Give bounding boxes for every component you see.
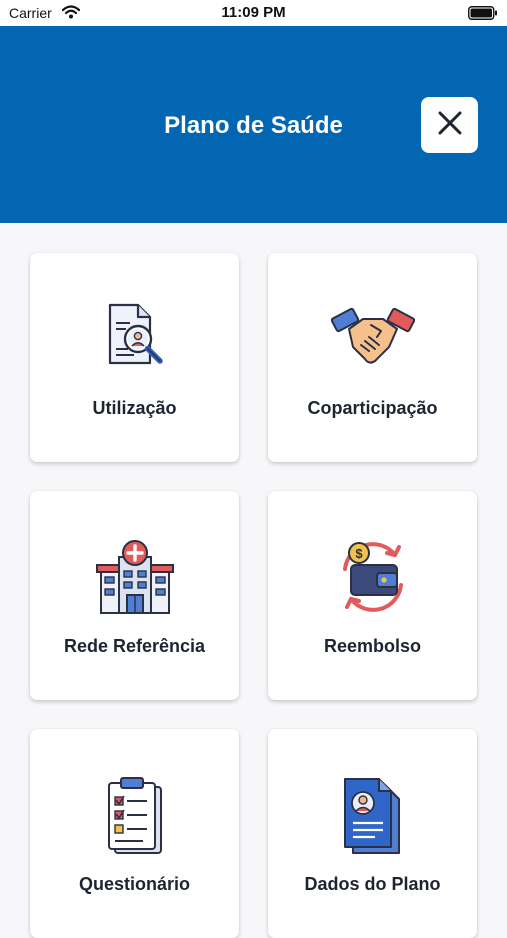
card-label: Dados do Plano — [304, 874, 441, 894]
card-label: Coparticipação — [307, 398, 438, 418]
card-label: Rede Referência — [63, 636, 206, 656]
card-rede-referencia[interactable]: Rede Referência — [30, 491, 239, 700]
header: Plano de Saúde — [0, 26, 507, 223]
card-label: Questionário — [78, 874, 190, 894]
card-coparticipacao[interactable]: Coparticipação — [268, 253, 477, 462]
battery-icon — [468, 6, 498, 25]
card-label: Reembolso — [323, 636, 422, 656]
card-reembolso[interactable]: $ Reembolso — [268, 491, 477, 700]
clipboard-checklist-icon — [103, 777, 167, 862]
hospital-icon — [95, 539, 175, 620]
close-icon — [437, 110, 463, 141]
handshake-icon — [330, 301, 415, 376]
profile-document-icon — [341, 777, 405, 862]
card-label: Utilização — [92, 398, 177, 418]
card-questionario[interactable]: Questionário — [30, 729, 239, 938]
close-button[interactable] — [421, 97, 478, 153]
document-search-icon — [100, 301, 170, 376]
status-time: 11:09 PM — [221, 4, 286, 21]
card-dados-do-plano[interactable]: Dados do Plano — [268, 729, 477, 938]
card-utilizacao[interactable]: Utilização — [30, 253, 239, 462]
status-bar: Carrier 11:09 PM — [0, 0, 507, 26]
wallet-refund-icon: $ — [333, 539, 413, 620]
svg-text:$: $ — [355, 546, 363, 561]
